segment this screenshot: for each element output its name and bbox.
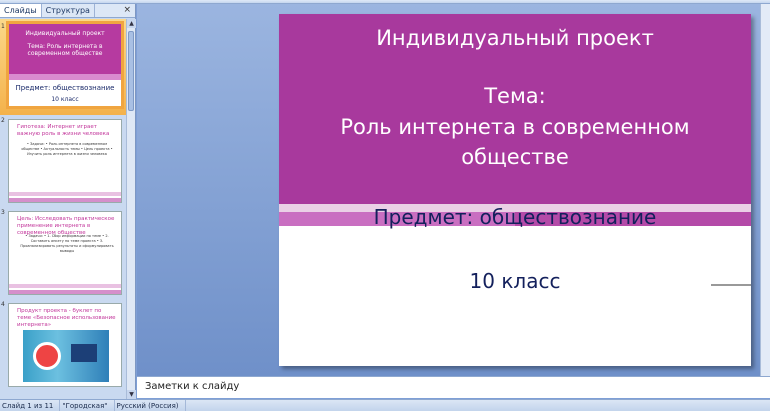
slide-title[interactable]: Индивидуальный проект	[279, 24, 751, 52]
status-language[interactable]: Русский (Россия)	[115, 400, 186, 411]
slide-decoration-line	[711, 284, 751, 286]
thumb-band	[9, 74, 121, 80]
slide-thumbnail-4[interactable]: Продукт проекта - буклет по теме «Безопа…	[8, 303, 122, 387]
status-bar: Слайд 1 из 11 "Городская" Русский (Росси…	[0, 399, 770, 411]
thumbnail-number: 3	[1, 209, 5, 216]
slide-topic[interactable]: Роль интернета в современном обществе	[279, 112, 751, 172]
status-theme: "Городская"	[60, 400, 115, 411]
tab-outline[interactable]: Структура	[42, 4, 95, 17]
thumb-title: Индивидуальный проект Тема: Роль интерне…	[9, 30, 121, 57]
thumb-bands	[9, 192, 121, 202]
thumb-body: • Задачи: • 1. Сбор информации по теме •…	[20, 234, 114, 253]
slide-topic-line: Роль интернета в современном	[340, 115, 690, 139]
thumb-heading: Гипотеза: Интернет играет важную роль в …	[17, 124, 110, 137]
slide-editor: Индивидуальный проект Тема: Роль интерне…	[137, 4, 770, 376]
slide-class[interactable]: 10 класс	[279, 268, 751, 294]
thumbnail-number: 1	[1, 23, 5, 30]
thumb-topic: Тема: Роль интернета в современном общес…	[27, 43, 103, 57]
slide-subject[interactable]: Предмет: обществознание	[279, 204, 751, 230]
thumb-bands	[9, 284, 121, 294]
thumb-class: 10 класс	[51, 96, 79, 103]
thumbnail-number: 4	[1, 301, 5, 308]
thumbnail-number: 2	[1, 117, 5, 124]
slide-thumbnail-3[interactable]: Цель: Исследовать практическое применени…	[8, 211, 122, 295]
booklet-image	[23, 330, 109, 382]
thumbnail-list: 1 Индивидуальный проект Тема: Роль интер…	[0, 19, 126, 399]
thumb-heading: Продукт проекта - буклет по теме «Безопа…	[17, 308, 116, 328]
scroll-down-icon[interactable]: ▼	[127, 390, 136, 399]
slide-topic-label[interactable]: Тема:	[279, 82, 751, 110]
slide-thumbnail-1[interactable]: Индивидуальный проект Тема: Роль интерне…	[6, 21, 124, 109]
editor-scrollbar[interactable]	[760, 4, 770, 376]
thumb-subject: Предмет: обществознание	[15, 84, 115, 92]
current-slide[interactable]: Индивидуальный проект Тема: Роль интерне…	[279, 14, 751, 366]
slide-topic-line: обществе	[461, 145, 569, 169]
slide-thumbnail-2[interactable]: Гипотеза: Интернет играет важную роль в …	[8, 119, 122, 203]
thumb-body: • Задачи: • Роль интернета в современном…	[21, 142, 113, 156]
thumb-title-text: Индивидуальный проект	[25, 30, 105, 37]
slides-panel: Слайды Структура × 1 Индивидуальный прое…	[0, 4, 136, 399]
panel-tabs: Слайды Структура ×	[0, 4, 135, 18]
thumbnail-scrollbar[interactable]: ▲ ▼	[126, 19, 136, 399]
notes-placeholder[interactable]: Заметки к слайду	[145, 381, 239, 392]
close-icon[interactable]: ×	[119, 4, 135, 17]
tab-slides[interactable]: Слайды	[0, 4, 42, 17]
scroll-up-icon[interactable]: ▲	[127, 19, 136, 28]
status-slide-count: Слайд 1 из 11	[0, 400, 61, 411]
scrollbar-thumb[interactable]	[128, 31, 134, 111]
notes-pane[interactable]: Заметки к слайду	[137, 376, 770, 398]
